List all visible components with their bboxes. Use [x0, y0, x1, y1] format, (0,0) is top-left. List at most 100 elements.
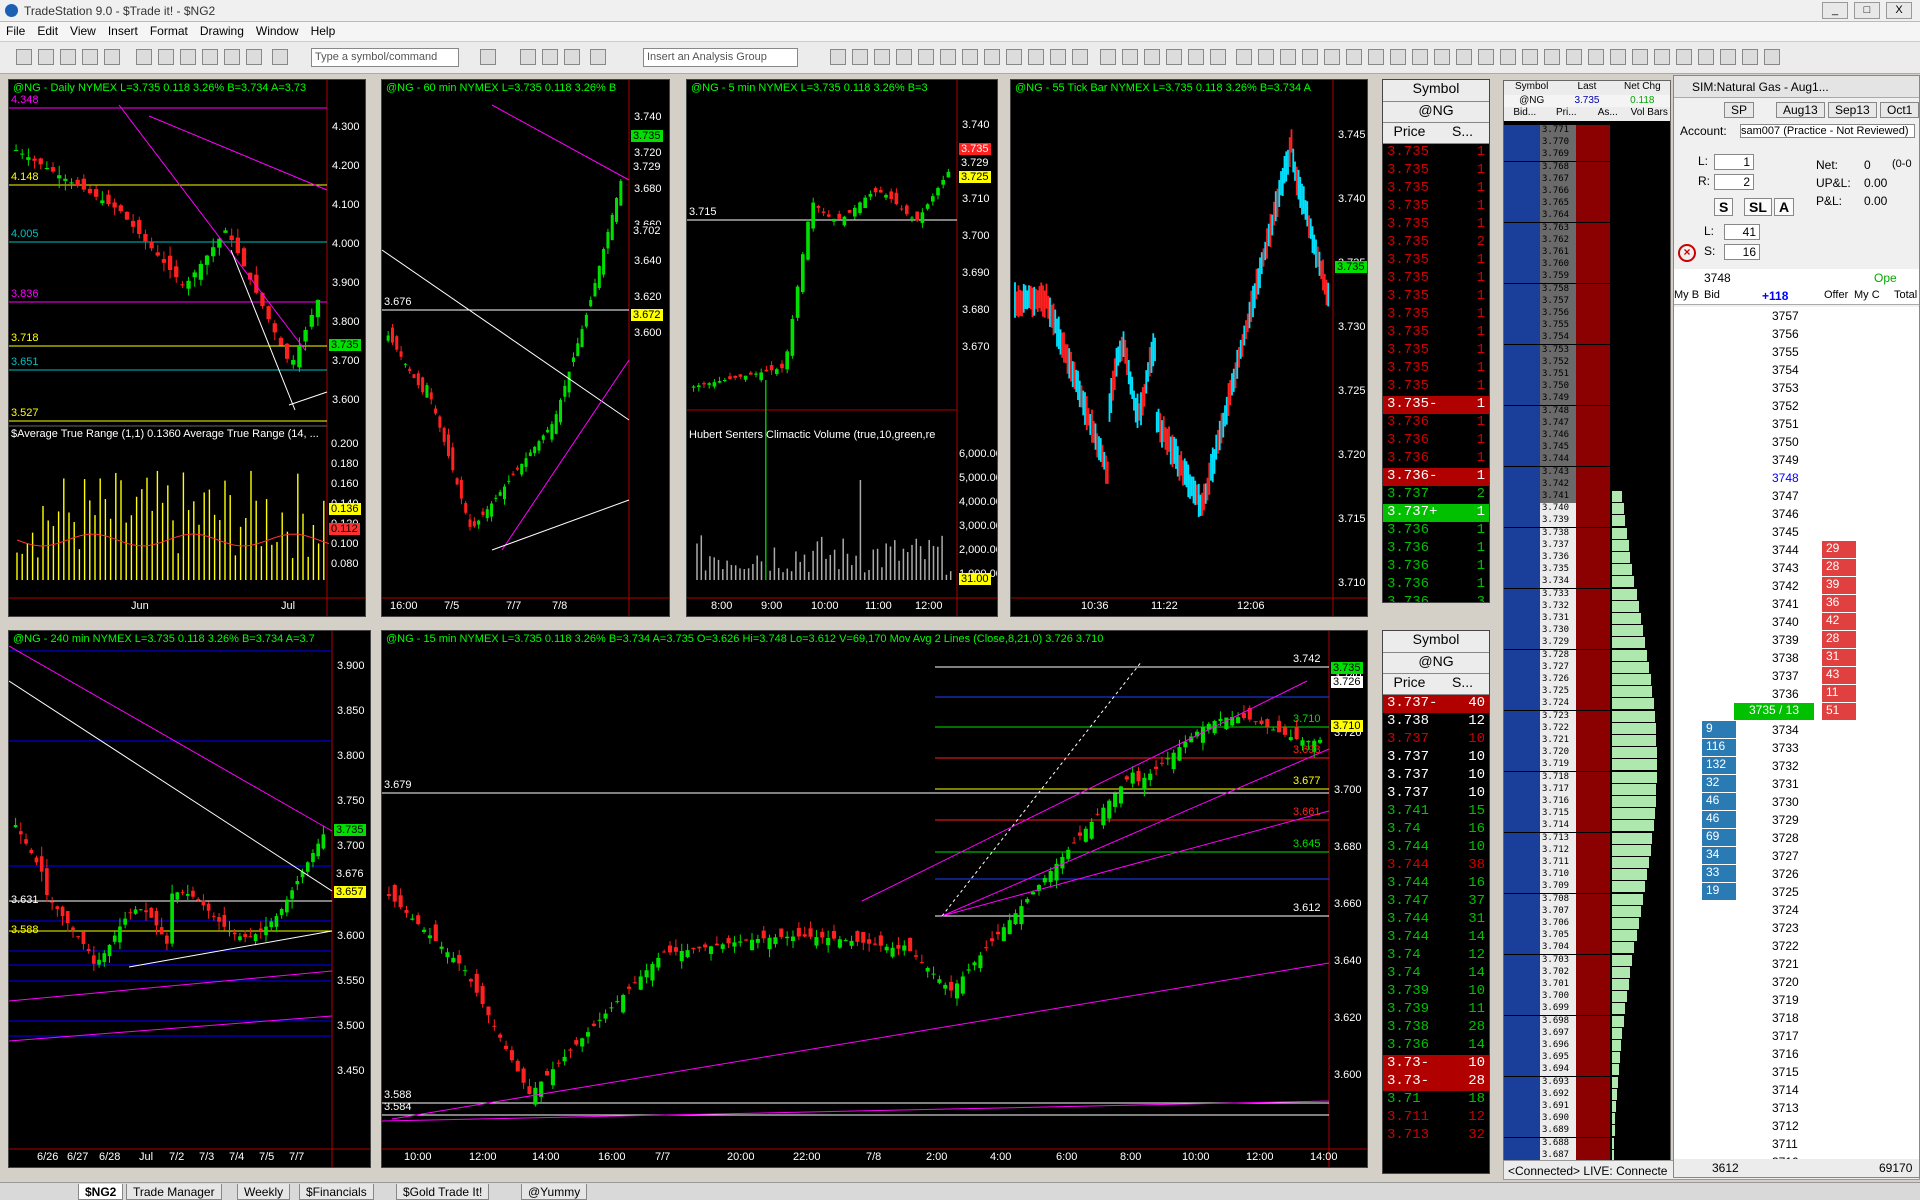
toolbar-icon[interactable] [1210, 49, 1226, 65]
dom-row[interactable]: 3.757 [1504, 295, 1670, 308]
toolbar-icon[interactable] [984, 49, 1000, 65]
menu-drawing[interactable]: Drawing [194, 22, 250, 40]
cancel-all-icon[interactable]: × [1678, 244, 1696, 262]
ask-cell[interactable] [1576, 649, 1610, 662]
bid-cell[interactable] [1504, 942, 1540, 955]
dom-row[interactable]: 3.717 [1504, 783, 1670, 796]
dom-row[interactable]: 3.770 [1504, 137, 1670, 150]
dom-row[interactable]: 3.694 [1504, 1064, 1670, 1077]
ask-cell[interactable] [1576, 905, 1610, 918]
sim-dom-row[interactable]: 3740 42 [1674, 613, 1919, 631]
sim-dom-row[interactable]: 3750 [1674, 433, 1919, 451]
dom-row[interactable]: 3.734 [1504, 576, 1670, 589]
ask-cell[interactable] [1576, 430, 1610, 442]
toolbar-icon[interactable] [1258, 49, 1274, 65]
dom-row[interactable]: 3.721 [1504, 735, 1670, 747]
bid-cell[interactable] [1504, 356, 1540, 369]
dom-row[interactable]: 3.690 [1504, 1113, 1670, 1126]
bid-cell[interactable] [1504, 966, 1540, 979]
close-button[interactable]: X [1886, 2, 1912, 19]
chart-15min[interactable]: @NG - 15 min NYMEX L=3.735 0.118 3.26% B… [381, 630, 1368, 1168]
sim-dom-row[interactable]: 3727 34 [1674, 847, 1919, 865]
chart-plot[interactable] [382, 631, 1367, 1167]
analysis-group-input[interactable]: Insert an Analysis Group [643, 48, 798, 67]
dom-row[interactable]: 3.746 [1504, 430, 1670, 442]
sim-bid[interactable]: 19 [1702, 883, 1736, 900]
ask-cell[interactable] [1576, 1040, 1610, 1052]
toolbar-icon[interactable] [1500, 49, 1516, 65]
bid-cell[interactable] [1504, 1076, 1540, 1089]
sim-dom-row[interactable]: 3751 [1674, 415, 1919, 433]
toolbar-icon[interactable] [1324, 49, 1340, 65]
ask-cell[interactable] [1576, 1052, 1610, 1065]
sim-ask[interactable]: 28 [1822, 631, 1856, 648]
dom-row[interactable]: 3.719 [1504, 759, 1670, 772]
sim-ask[interactable]: 29 [1822, 541, 1856, 558]
bid-cell[interactable] [1504, 1040, 1540, 1052]
dom-row[interactable]: 3.758 [1504, 283, 1670, 296]
ladder-symbol[interactable]: @NG [1383, 653, 1489, 673]
sim-dom-row[interactable]: 3735 / 13 51 [1674, 703, 1919, 721]
dom-row[interactable]: 3.707 [1504, 905, 1670, 918]
ask-cell[interactable] [1576, 393, 1610, 406]
bid-cell[interactable] [1504, 576, 1540, 589]
dom-col-header[interactable]: My B [1674, 289, 1699, 301]
col-netchg[interactable]: Net Chg [1615, 81, 1670, 95]
dom-row[interactable]: 3.753 [1504, 344, 1670, 357]
ask-cell[interactable] [1576, 1015, 1610, 1028]
ask-cell[interactable] [1576, 332, 1610, 345]
ask-cell[interactable] [1576, 674, 1610, 686]
ask-cell[interactable] [1576, 759, 1610, 772]
bid-cell[interactable] [1504, 125, 1540, 137]
toolbar-icon[interactable] [1522, 49, 1538, 65]
bid-cell[interactable] [1504, 527, 1540, 540]
ask-cell[interactable] [1576, 796, 1610, 808]
dom-row[interactable]: 3.714 [1504, 820, 1670, 833]
toolbar-icon[interactable] [874, 49, 890, 65]
bid-cell[interactable] [1504, 1052, 1540, 1065]
dom-row[interactable]: 3.739 [1504, 515, 1670, 528]
dom-row[interactable]: 3.732 [1504, 600, 1670, 613]
sim-dom-row[interactable]: 3744 29 [1674, 541, 1919, 559]
sim-dom-row[interactable]: 3715 [1674, 1063, 1919, 1081]
toolbar-icon[interactable] [1676, 49, 1692, 65]
sim-dom-row[interactable]: 3719 [1674, 991, 1919, 1009]
dom-row[interactable]: 3.727 [1504, 661, 1670, 674]
sim-dom-row[interactable]: 3742 39 [1674, 577, 1919, 595]
dom-row[interactable]: 3.742 [1504, 478, 1670, 491]
ask-cell[interactable] [1576, 564, 1610, 577]
bid-cell[interactable] [1504, 539, 1540, 552]
dom-row[interactable]: 3.718 [1504, 771, 1670, 784]
dom-row[interactable]: 3.713 [1504, 832, 1670, 845]
bid-cell[interactable] [1504, 198, 1540, 211]
toolbar-icon[interactable] [1456, 49, 1472, 65]
dom-row[interactable]: 3.767 [1504, 173, 1670, 186]
bid-cell[interactable] [1504, 759, 1540, 772]
maximize-button[interactable]: □ [1854, 2, 1880, 19]
ask-cell[interactable] [1576, 869, 1610, 882]
sim-dom-row[interactable]: 3734 9 [1674, 721, 1919, 739]
bid-cell[interactable] [1504, 613, 1540, 625]
ask-cell[interactable] [1576, 320, 1610, 333]
toolbar-icon[interactable] [590, 49, 606, 65]
ask-cell[interactable] [1576, 783, 1610, 796]
dom-row[interactable]: 3.762 [1504, 234, 1670, 247]
dom-row[interactable]: 3.741 [1504, 491, 1670, 503]
ask-cell[interactable] [1576, 552, 1610, 564]
ask-cell[interactable] [1576, 832, 1610, 845]
bid-cell[interactable] [1504, 149, 1540, 162]
dom-col-header[interactable]: Bid [1704, 289, 1720, 301]
bid-cell[interactable] [1504, 881, 1540, 894]
sim-bid[interactable]: 34 [1702, 847, 1736, 864]
bid-cell[interactable] [1504, 295, 1540, 308]
sim-dom-row[interactable]: 3755 [1674, 343, 1919, 361]
ask-cell[interactable] [1576, 1137, 1610, 1150]
bid-cell[interactable] [1504, 478, 1540, 491]
workspace-tab[interactable]: $NG2 [78, 1184, 124, 1200]
ask-cell[interactable] [1576, 1088, 1610, 1101]
col-last[interactable]: Last [1559, 81, 1614, 95]
sim-dom-row[interactable]: 3732 132 [1674, 757, 1919, 775]
ask-cell[interactable] [1576, 210, 1610, 223]
bid-cell[interactable] [1504, 466, 1540, 479]
sim-bid[interactable]: 69 [1702, 829, 1736, 846]
